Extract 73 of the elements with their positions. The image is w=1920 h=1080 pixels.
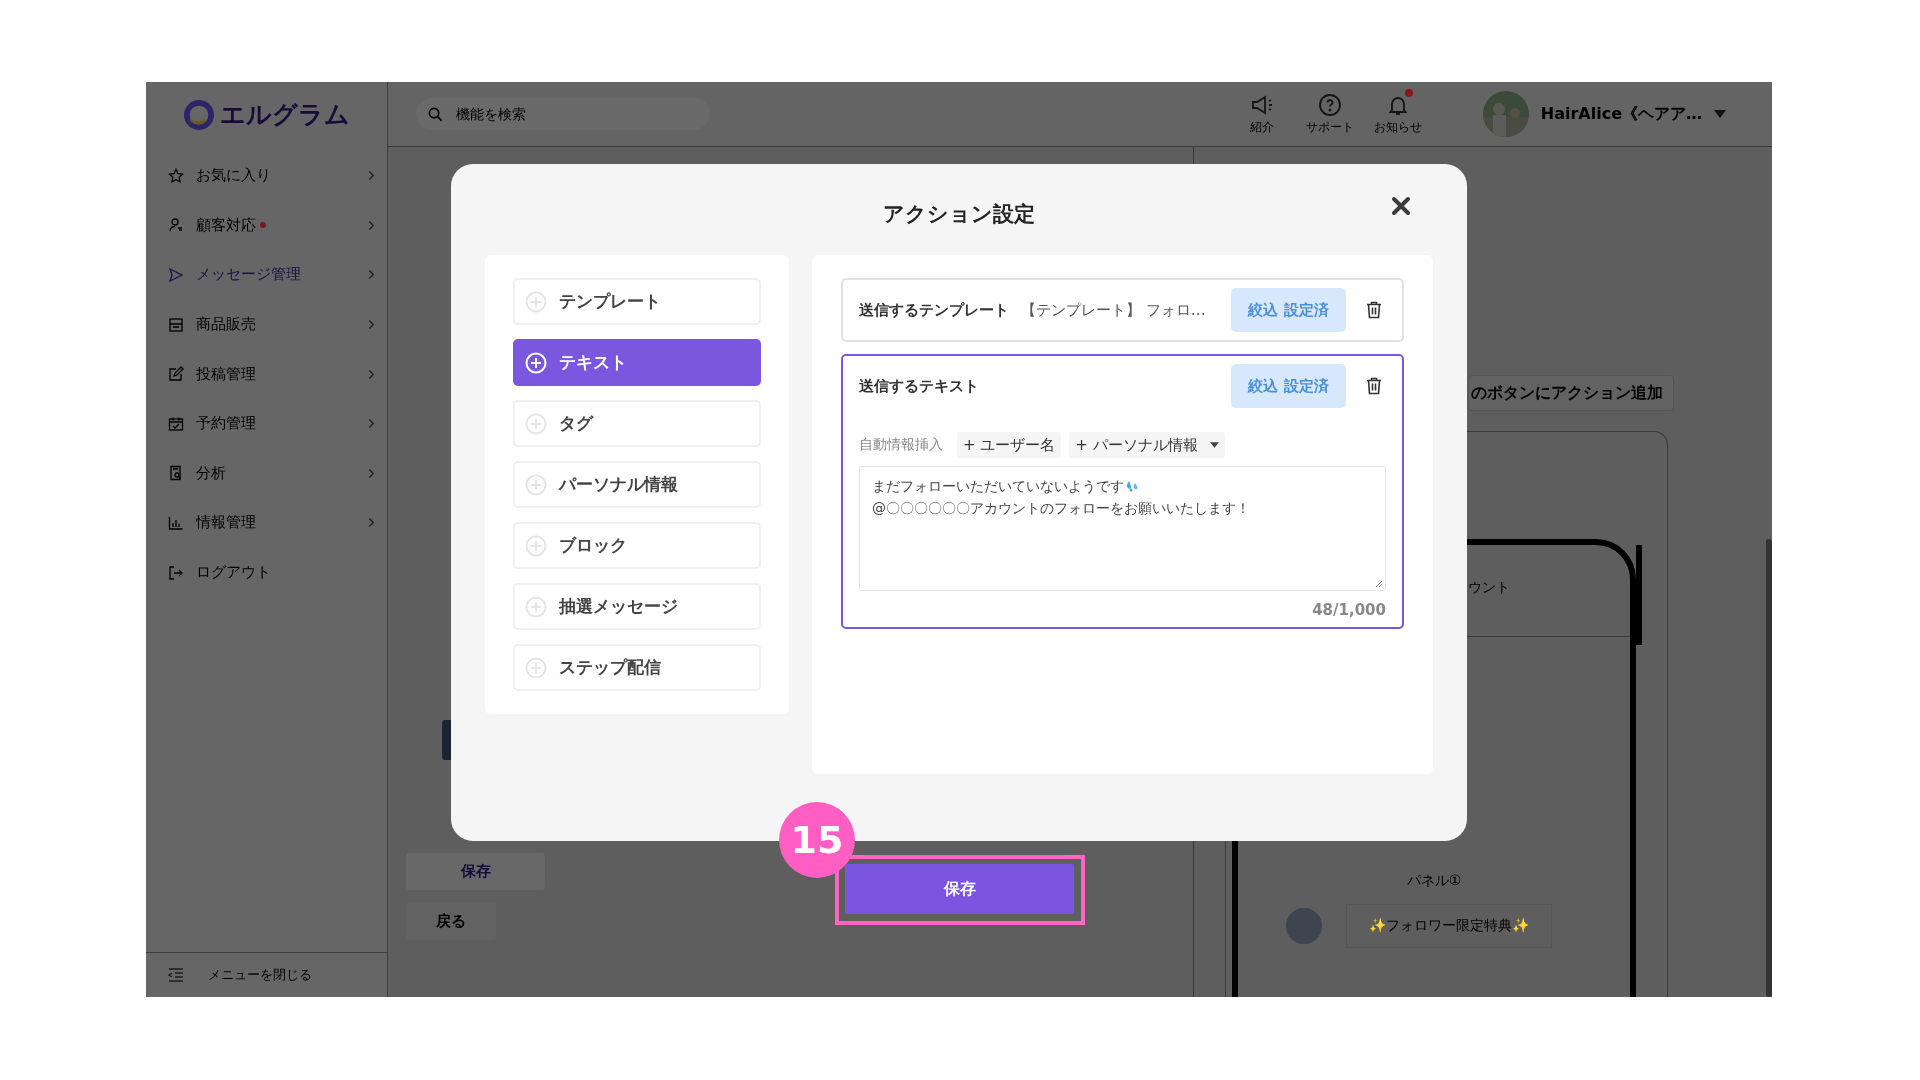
- insert-chip[interactable]: + パーソナル情報: [1069, 432, 1225, 458]
- droplets-icon: [1125, 480, 1139, 492]
- store-icon: [168, 316, 184, 333]
- logo-icon: [184, 99, 214, 130]
- action-type-button[interactable]: テンプレート: [513, 278, 761, 325]
- insert-chip[interactable]: + ユーザー名: [957, 432, 1062, 458]
- character-counter: 48/1,000: [1311, 601, 1386, 619]
- save-button[interactable]: 保存: [845, 864, 1074, 914]
- close-icon[interactable]: [1391, 196, 1411, 216]
- panel-button[interactable]: ✨フォロワー限定特典✨: [1346, 904, 1552, 948]
- panel-edge: [442, 720, 451, 760]
- header-icon-button[interactable]: 紹介: [1232, 92, 1291, 136]
- star-icon: [168, 167, 184, 184]
- action-type-button[interactable]: ステップ配信: [513, 644, 761, 691]
- modal-title: アクション設定: [883, 200, 1035, 228]
- account-name: ウント: [1468, 579, 1510, 595]
- sidebar-item[interactable]: 投稿管理: [146, 349, 387, 399]
- avatar: [1482, 91, 1529, 137]
- account-menu[interactable]: HairAlice《ヘアア…: [1482, 91, 1726, 137]
- caret-icon: [1714, 110, 1726, 118]
- plus-circle-icon: [525, 473, 547, 496]
- action-type-button[interactable]: タグ: [513, 400, 761, 447]
- chart-icon: [168, 514, 184, 531]
- add-action-button[interactable]: のボタンにアクション追加: [1468, 375, 1674, 411]
- action-type-button[interactable]: パーソナル情報: [513, 461, 761, 508]
- plus-circle-icon: [525, 534, 547, 557]
- scrollbar[interactable]: [1766, 539, 1772, 997]
- search-icon: [428, 107, 443, 122]
- sidebar-item[interactable]: 顧客対応: [146, 200, 387, 251]
- message-line: まだフォローいただいていないようです: [872, 477, 1124, 496]
- save-button[interactable]: 保存: [406, 853, 545, 890]
- trash-icon[interactable]: [1366, 301, 1382, 319]
- collapse-menu-button[interactable]: メニューを閉じる: [146, 952, 387, 997]
- header-icon-button[interactable]: お知らせ: [1368, 92, 1427, 136]
- action-type-button[interactable]: ブロック: [513, 522, 761, 569]
- send-icon: [168, 267, 184, 283]
- insert-label: 自動情報挿入: [859, 436, 943, 454]
- person-icon: [168, 217, 184, 234]
- avatar: [1286, 908, 1322, 944]
- sidebar-item[interactable]: 商品販売: [146, 299, 387, 350]
- help-icon: [1317, 92, 1342, 117]
- message-line: @〇〇〇〇〇〇アカウントのフォローをお願いいたします！: [872, 499, 1250, 518]
- panel-label: パネル①: [1406, 872, 1462, 890]
- plus-circle-icon: [525, 290, 547, 313]
- filter-button[interactable]: 絞込 設定済: [1231, 288, 1346, 332]
- template-value: 【テンプレート】 フォロ…: [1021, 300, 1206, 320]
- plus-circle-icon: [525, 412, 547, 435]
- calendar-icon: [168, 415, 184, 432]
- edit-icon: [168, 366, 184, 383]
- plus-circle-icon: [525, 351, 547, 374]
- filter-button[interactable]: 絞込 設定済: [1231, 364, 1346, 408]
- resize-grip-icon[interactable]: [1373, 578, 1383, 588]
- action-label: 送信するテキスト: [859, 376, 979, 396]
- back-button[interactable]: 戻る: [406, 902, 496, 940]
- report-icon: [168, 465, 184, 482]
- header-icon-button[interactable]: サポート: [1300, 92, 1359, 136]
- action-type-button[interactable]: 抽選メッセージ: [513, 583, 761, 630]
- trash-icon[interactable]: [1366, 377, 1382, 395]
- sidebar-item[interactable]: ログアウト: [146, 547, 387, 598]
- sidebar-item[interactable]: 予約管理: [146, 398, 387, 449]
- logo-text: エルグラム: [220, 99, 350, 131]
- action-type-button[interactable]: テキスト: [513, 339, 761, 386]
- sidebar-item[interactable]: お気に入り: [146, 151, 387, 201]
- search-field[interactable]: 機能を検索: [416, 98, 710, 130]
- action-label: 送信するテンプレート: [859, 300, 1009, 320]
- sidebar-item[interactable]: 情報管理: [146, 498, 387, 548]
- plus-circle-icon: [525, 595, 547, 618]
- plus-circle-icon: [525, 656, 547, 679]
- message-field[interactable]: まだフォローいただいていないようです @〇〇〇〇〇〇アカウントのフォローをお願いいたします！: [859, 466, 1386, 591]
- logout-icon: [168, 564, 184, 581]
- menu-icon: [168, 968, 184, 982]
- sidebar-item[interactable]: 分析: [146, 448, 387, 499]
- sidebar-item[interactable]: メッセージ管理: [146, 250, 387, 300]
